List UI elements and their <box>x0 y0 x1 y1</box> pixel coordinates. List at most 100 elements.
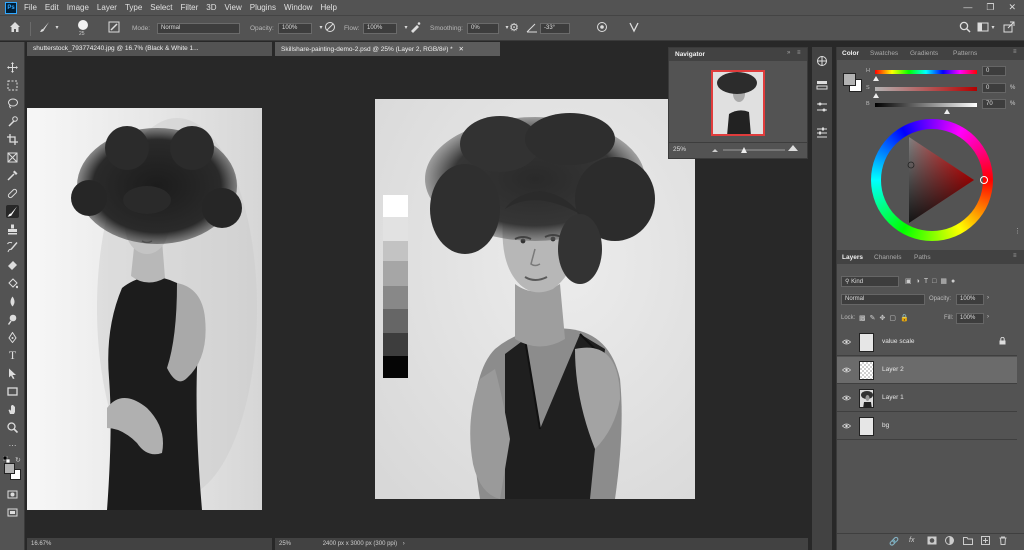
pressure-opacity-icon[interactable] <box>323 21 337 35</box>
layer-row-bg[interactable]: bg <box>837 413 1017 440</box>
eraser-tool-icon[interactable] <box>6 259 19 272</box>
dodge-tool-icon[interactable] <box>6 313 19 326</box>
history-dock-icon[interactable] <box>816 79 828 91</box>
layer-row-value-scale[interactable]: value scale <box>837 329 1017 356</box>
airbrush-icon[interactable] <box>408 21 422 35</box>
zoom-slider[interactable] <box>723 149 785 151</box>
lasso-tool-icon[interactable] <box>6 97 19 110</box>
mode-select[interactable]: Normal <box>157 23 240 34</box>
navigator-thumbnail[interactable] <box>711 70 765 136</box>
default-colors-icon[interactable] <box>2 455 11 464</box>
layers-panel-menu-icon[interactable]: ≡ <box>1013 253 1017 259</box>
visibility-eye-icon[interactable] <box>841 338 852 347</box>
crop-tool-icon[interactable] <box>6 133 19 146</box>
zoom-in-icon[interactable] <box>787 144 799 154</box>
quick-select-tool-icon[interactable] <box>6 115 19 128</box>
wheel-options-icon[interactable]: ⋮ <box>1014 227 1021 235</box>
navigator-view-box[interactable] <box>711 70 765 136</box>
blur-tool-icon[interactable] <box>6 295 19 308</box>
menu-type[interactable]: Type <box>125 3 142 12</box>
layer-opacity-chevron-icon[interactable]: › <box>987 295 989 301</box>
visibility-eye-icon[interactable] <box>841 366 852 375</box>
trash-icon[interactable] <box>999 536 1007 547</box>
menu-image[interactable]: Image <box>67 3 89 12</box>
panel-collapse-icon[interactable]: » <box>787 50 790 56</box>
reference-zoom-readout[interactable]: 16.67% <box>31 541 51 547</box>
navigator-title[interactable]: Navigator <box>675 51 705 58</box>
tab-swatches[interactable]: Swatches <box>870 50 898 57</box>
healing-brush-tool-icon[interactable] <box>6 187 19 200</box>
fx-icon[interactable]: fx <box>909 537 914 544</box>
properties-dock-icon[interactable] <box>816 127 828 139</box>
fill-input[interactable]: 100% <box>956 313 984 324</box>
adjustments-dock-icon[interactable] <box>816 101 828 113</box>
layer-filter-icons[interactable]: ▣◑T□▦● <box>905 277 959 285</box>
more-tools-icon[interactable]: ⋯ <box>6 439 19 452</box>
color-foreground-swatch[interactable] <box>843 73 856 86</box>
eyedropper-tool-icon[interactable] <box>6 169 19 182</box>
link-icon[interactable]: 🔗 <box>889 537 899 546</box>
workspace-chevron-icon[interactable]: ▾ <box>986 21 1000 35</box>
tab-paths[interactable]: Paths <box>914 254 931 261</box>
hand-tool-icon[interactable] <box>6 403 19 416</box>
new-layer-icon[interactable] <box>981 536 990 547</box>
zoom-out-icon[interactable] <box>711 146 719 155</box>
pen-tool-icon[interactable] <box>6 331 19 344</box>
tab-color[interactable]: Color <box>842 50 859 57</box>
menu-file[interactable]: File <box>24 3 37 12</box>
path-select-tool-icon[interactable] <box>6 367 19 380</box>
main-zoom-readout[interactable]: 25% <box>279 541 291 547</box>
color-wheel[interactable] <box>871 119 993 241</box>
quick-mask-icon[interactable] <box>6 488 19 501</box>
swap-colors-icon[interactable]: ↻ <box>15 456 21 464</box>
smoothing-input[interactable]: 0% <box>467 23 499 34</box>
tab-main-document[interactable]: Skillshare-painting-demo-2.psd @ 25% (La… <box>275 42 500 56</box>
symmetry-icon[interactable] <box>627 21 641 35</box>
move-tool-icon[interactable] <box>6 61 19 74</box>
fill-chevron-icon[interactable]: › <box>987 314 989 320</box>
restore-icon[interactable]: ❐ <box>986 2 994 13</box>
menu-plugins[interactable]: Plugins <box>250 3 276 12</box>
menu-layer[interactable]: Layer <box>97 3 117 12</box>
gear-icon[interactable]: ⚙ <box>507 21 521 35</box>
tab-channels[interactable]: Channels <box>874 254 901 261</box>
tab-reference-document[interactable]: shutterstock_793774240.jpg @ 16.7% (Blac… <box>27 42 272 56</box>
hue-slider[interactable] <box>875 70 977 74</box>
brush-tool-icon[interactable] <box>6 205 19 218</box>
hue-slider-thumb[interactable] <box>873 74 879 83</box>
angle-icon[interactable] <box>525 21 539 35</box>
blend-mode-select[interactable]: Normal <box>841 294 925 305</box>
history-brush-tool-icon[interactable] <box>6 241 19 254</box>
marquee-tool-icon[interactable] <box>6 79 19 92</box>
home-icon[interactable] <box>8 21 22 35</box>
lock-icons[interactable]: ▩✎✥▢🔒 <box>859 314 913 322</box>
layer-row-layer-1[interactable]: Layer 1 <box>837 385 1017 412</box>
close-icon[interactable]: ✕ <box>1008 2 1016 13</box>
menu-3d[interactable]: 3D <box>206 3 216 12</box>
frame-tool-icon[interactable] <box>6 151 19 164</box>
visibility-eye-icon[interactable] <box>841 422 852 431</box>
rectangle-tool-icon[interactable] <box>6 385 19 398</box>
navigator-dock-icon[interactable] <box>816 55 828 67</box>
opacity-input[interactable]: 100% <box>278 23 312 34</box>
menu-window[interactable]: Window <box>284 3 312 12</box>
mask-icon[interactable] <box>927 536 937 547</box>
brush-settings-icon[interactable] <box>107 21 121 35</box>
saturation-input[interactable]: 0 <box>982 83 1006 93</box>
tab-gradients[interactable]: Gradients <box>910 50 938 57</box>
flow-input[interactable]: 100% <box>363 23 397 34</box>
panel-menu-icon[interactable]: ≡ <box>797 50 801 56</box>
brightness-slider[interactable] <box>875 103 977 107</box>
share-icon[interactable] <box>1002 21 1016 35</box>
navigator-zoom-value[interactable]: 25% <box>673 146 686 153</box>
chevron-down-icon[interactable]: ▾ <box>50 21 64 35</box>
folder-icon[interactable] <box>963 536 973 547</box>
screen-mode-icon[interactable] <box>6 506 19 519</box>
layer-opacity-input[interactable]: 100% <box>956 294 984 305</box>
paint-bucket-tool-icon[interactable] <box>6 277 19 290</box>
photoshop-logo[interactable]: Ps <box>5 1 17 14</box>
zoom-tool-icon[interactable] <box>6 421 19 434</box>
menu-filter[interactable]: Filter <box>181 3 199 12</box>
menu-help[interactable]: Help <box>320 3 336 12</box>
tab-close-icon[interactable]: ✕ <box>459 46 464 53</box>
